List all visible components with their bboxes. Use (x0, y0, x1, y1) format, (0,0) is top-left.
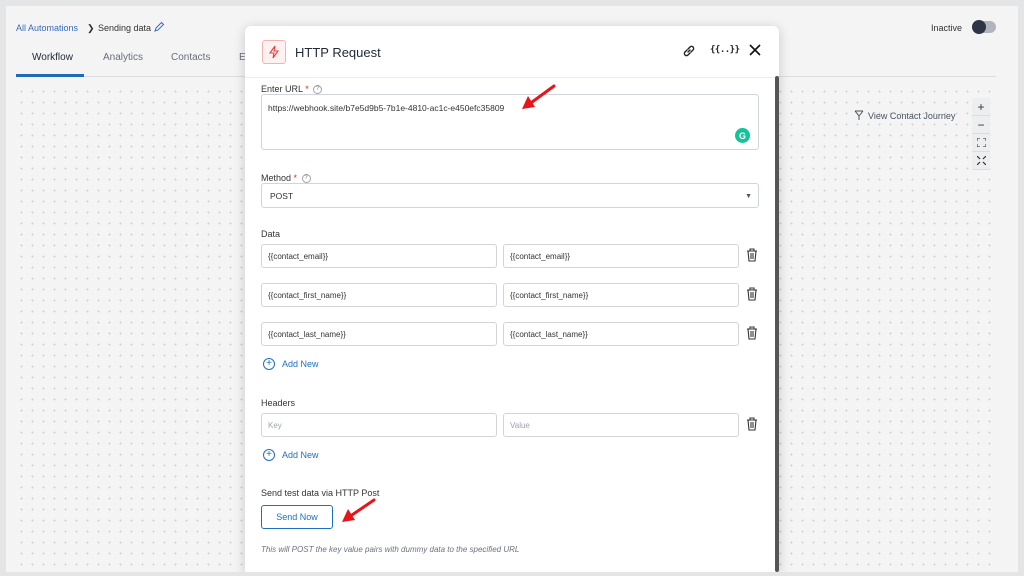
data-value-input[interactable]: {{contact_last_name}} (503, 322, 739, 346)
data-key-input[interactable]: {{contact_email}} (261, 244, 497, 268)
data-value-input[interactable]: {{contact_first_name}} (503, 283, 739, 307)
test-note: This will POST the key value pairs with … (261, 545, 520, 554)
link-icon[interactable] (681, 43, 697, 59)
add-header-button[interactable]: + Add New (263, 449, 319, 461)
send-now-button[interactable]: Send Now (261, 505, 333, 529)
grammarly-icon[interactable]: G (735, 128, 750, 143)
chevron-down-icon: ▼ (745, 193, 752, 200)
data-key-input[interactable]: {{contact_last_name}} (261, 322, 497, 346)
annotation-arrow-icon (342, 498, 376, 522)
add-new-label: Add New (282, 359, 319, 369)
url-label: Enter URL * ? (261, 84, 323, 95)
modal-header: HTTP Request {{..}} (245, 26, 779, 78)
trash-icon[interactable] (745, 416, 759, 432)
modal-title: HTTP Request (295, 45, 381, 60)
close-icon[interactable] (747, 42, 763, 58)
add-new-label: Add New (282, 450, 319, 460)
trash-icon[interactable] (745, 247, 759, 263)
http-request-modal: HTTP Request {{..}} Enter URL * ? https:… (245, 26, 779, 572)
headers-label: Headers (261, 398, 296, 408)
data-label: Data (261, 229, 281, 239)
trash-icon[interactable] (745, 325, 759, 341)
modal-scrollbar[interactable] (775, 76, 779, 572)
merge-tags-button[interactable]: {{..}} (710, 45, 740, 55)
method-select[interactable]: POST ▼ (261, 183, 759, 208)
data-key-input[interactable]: {{contact_first_name}} (261, 283, 497, 307)
lightning-bolt-icon (262, 40, 286, 64)
data-value-input[interactable]: {{contact_email}} (503, 244, 739, 268)
plus-circle-icon: + (263, 358, 275, 370)
plus-circle-icon: + (263, 449, 275, 461)
add-data-row-button[interactable]: + Add New (263, 358, 319, 370)
annotation-arrow-icon (522, 84, 556, 109)
method-label: Method * ? (261, 173, 311, 184)
url-input[interactable]: https://webhook.site/b7e5d9b5-7b1e-4810-… (261, 94, 759, 150)
trash-icon[interactable] (745, 286, 759, 302)
method-value: POST (270, 191, 294, 201)
header-value-input[interactable]: Value (503, 413, 739, 437)
header-key-input[interactable]: Key (261, 413, 497, 437)
url-value: https://webhook.site/b7e5d9b5-7b1e-4810-… (268, 103, 505, 113)
app-window: All Automations ❯ Sending data Inactive … (6, 6, 1018, 572)
